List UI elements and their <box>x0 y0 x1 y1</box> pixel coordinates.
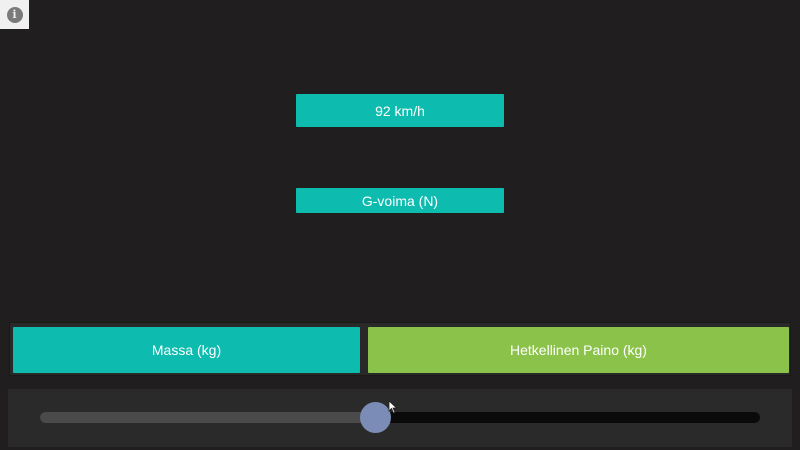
slider-panel <box>8 389 792 447</box>
app-stage: i 92 km/h G-voima (N) Massa (kg) Hetkell… <box>0 0 800 450</box>
speed-slider-fill <box>40 412 375 423</box>
speed-slider-track[interactable] <box>40 400 760 433</box>
info-button[interactable]: i <box>0 0 29 29</box>
mass-button[interactable]: Massa (kg) <box>13 327 360 373</box>
speed-display: 92 km/h <box>296 94 504 127</box>
info-icon: i <box>6 6 23 23</box>
mode-selector: Massa (kg) Hetkellinen Paino (kg) <box>9 322 791 376</box>
speed-slider-thumb[interactable] <box>359 402 391 433</box>
mouse-cursor-icon <box>388 400 398 414</box>
instant-weight-button[interactable]: Hetkellinen Paino (kg) <box>368 327 789 373</box>
g-force-display: G-voima (N) <box>296 188 504 213</box>
